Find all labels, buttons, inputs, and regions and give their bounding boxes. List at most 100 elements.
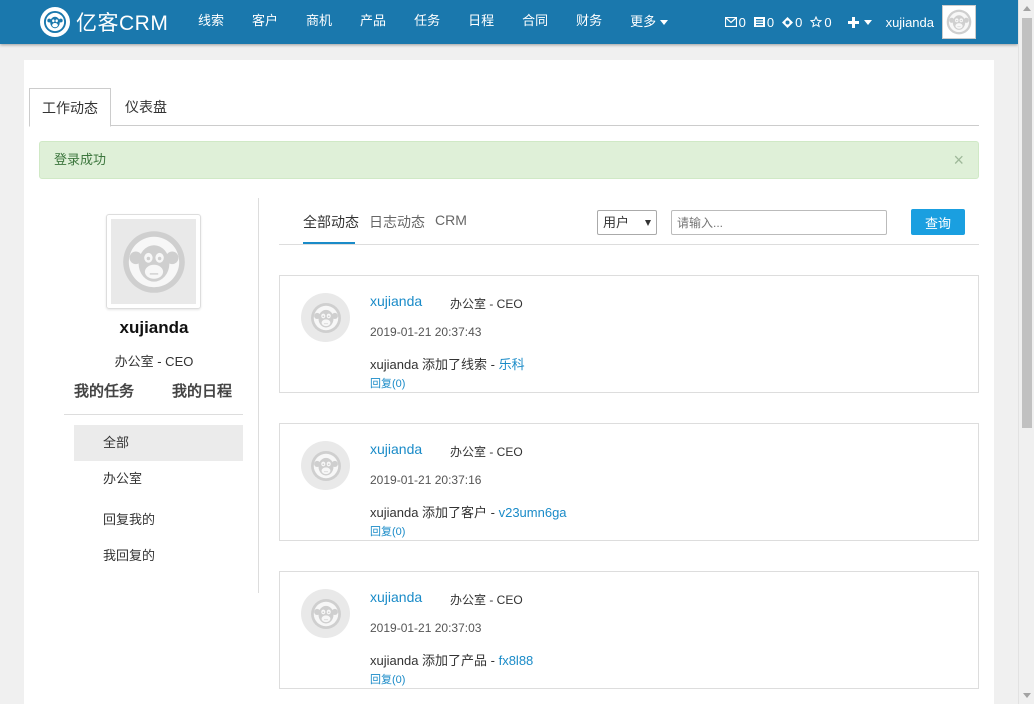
nav-item-finance[interactable]: 财务 — [562, 0, 616, 44]
caret-down-icon — [863, 19, 872, 25]
filter-all[interactable]: 全部 — [74, 425, 243, 461]
nav-item-products[interactable]: 产品 — [346, 0, 400, 44]
filter-office[interactable]: 办公室 — [74, 461, 243, 497]
top-username[interactable]: xujianda — [886, 15, 934, 30]
monkey-logo-icon — [40, 7, 70, 37]
feed-user-link[interactable]: xujianda — [370, 293, 422, 309]
nav-item-opportunities[interactable]: 商机 — [292, 0, 346, 44]
feed-user-role: 办公室 - CEO — [450, 593, 523, 607]
tab-work-activity[interactable]: 工作动态 — [29, 88, 111, 127]
tasks-count: 0 — [766, 14, 775, 30]
feed-avatar[interactable] — [301, 589, 350, 638]
feed-target-link[interactable]: v23umn6ga — [499, 505, 567, 520]
envelope-icon — [724, 17, 737, 27]
event-icon — [782, 16, 794, 28]
feed-avatar[interactable] — [301, 293, 350, 342]
top-avatar[interactable] — [942, 5, 976, 39]
feed-action: xujianda 添加了客户 - v23umn6ga — [370, 502, 567, 521]
events-count: 0 — [795, 14, 803, 30]
feed-item: xujianda 办公室 - CEO 2019-01-21 20:37:03 x… — [279, 571, 979, 689]
caret-down-icon — [645, 220, 651, 226]
tab-dashboard[interactable]: 仪表盘 — [113, 88, 179, 126]
search-input[interactable] — [671, 210, 887, 235]
feed-tab-crm[interactable]: CRM — [435, 212, 467, 228]
feed-action: xujianda 添加了线索 - 乐科 — [370, 354, 525, 373]
events-stat[interactable]: 0 — [782, 15, 802, 30]
feed-reply-link[interactable]: 回复(0) — [370, 523, 405, 539]
feed-user-role: 办公室 - CEO — [450, 445, 523, 459]
nav-item-more-label: 更多 — [630, 14, 657, 29]
scroll-thumb[interactable] — [1022, 18, 1032, 428]
monkey-avatar-icon — [309, 449, 343, 483]
feed-action: xujianda 添加了产品 - fx8l88 — [370, 650, 533, 669]
feed-reply-link[interactable]: 回复(0) — [370, 375, 405, 391]
active-tab-indicator — [303, 242, 355, 244]
caret-down-icon — [660, 19, 669, 25]
quick-add-button[interactable] — [847, 16, 872, 28]
star-icon — [810, 16, 823, 28]
feed-tab-all[interactable]: 全部动态 — [303, 212, 359, 232]
nav-item-more[interactable]: 更多 — [616, 0, 682, 44]
monkey-avatar-icon — [945, 8, 973, 36]
scroll-down-arrow[interactable] — [1023, 693, 1031, 698]
logo[interactable]: 亿客CRM — [40, 6, 168, 38]
feed-target-link[interactable]: fx8l88 — [499, 653, 534, 668]
feed-timestamp: 2019-01-21 20:37:16 — [370, 473, 482, 487]
scroll-up-arrow[interactable] — [1023, 6, 1031, 11]
nav-right: 0 0 0 0 xujianda — [724, 0, 976, 44]
feed-action-text: xujianda 添加了产品 - — [370, 653, 499, 668]
favorites-count: 0 — [824, 14, 832, 30]
nav-item-customers[interactable]: 客户 — [238, 0, 292, 44]
profile-avatar — [106, 214, 201, 309]
profile-links: 我的任务 我的日程 — [64, 380, 244, 400]
messages-stat[interactable]: 0 — [724, 14, 746, 30]
profile-avatar-inner — [111, 219, 196, 304]
monkey-avatar-icon — [119, 227, 189, 297]
feed-timestamp: 2019-01-21 20:37:43 — [370, 325, 482, 339]
main-nav: 线索 客户 商机 产品 任务 日程 合同 财务 更多 — [184, 0, 682, 44]
feed-avatar[interactable] — [301, 441, 350, 490]
monkey-avatar-icon — [309, 301, 343, 335]
task-list-icon — [753, 17, 765, 27]
close-icon[interactable]: × — [953, 142, 964, 178]
main-panel: 工作动态 仪表盘 登录成功 × xujianda 办公室 - CEO 我的任务 … — [24, 60, 994, 704]
profile-name: xujianda — [119, 318, 189, 337]
search-button[interactable]: 查询 — [911, 209, 965, 235]
feed-item: xujianda 办公室 - CEO 2019-01-21 20:37:16 x… — [279, 423, 979, 541]
favorites-stat[interactable]: 0 — [810, 14, 832, 30]
filter-replies-to-me[interactable]: 回复我的 — [74, 502, 243, 538]
feed-item: xujianda 办公室 - CEO 2019-01-21 20:37:43 x… — [279, 275, 979, 393]
feed-tab-logs[interactable]: 日志动态 — [369, 212, 425, 232]
feed-action-text: xujianda 添加了线索 - — [370, 357, 499, 372]
top-navbar: 亿客CRM 线索 客户 商机 产品 任务 日程 合同 财务 更多 0 0 0 0 — [0, 0, 1018, 44]
monkey-avatar-icon — [309, 597, 343, 631]
main-tabs: 工作动态 仪表盘 — [29, 88, 979, 127]
my-schedule-link[interactable]: 我的日程 — [172, 380, 232, 401]
login-success-alert: 登录成功 × — [39, 141, 979, 179]
feed-user-role: 办公室 - CEO — [450, 297, 523, 311]
divider — [64, 414, 243, 415]
messages-count: 0 — [738, 14, 746, 30]
my-tasks-link[interactable]: 我的任务 — [74, 380, 134, 401]
filter-my-replies[interactable]: 我回复的 — [74, 538, 243, 574]
alert-message: 登录成功 — [54, 152, 107, 167]
user-type-select-value: 用户 — [603, 215, 630, 230]
feed-reply-link[interactable]: 回复(0) — [370, 671, 405, 687]
feed-tabs: 全部动态 日志动态 CRM 用户 查询 — [279, 198, 979, 245]
user-type-select[interactable]: 用户 — [597, 210, 657, 235]
feed-target-link[interactable]: 乐科 — [499, 357, 525, 372]
nav-item-schedule[interactable]: 日程 — [454, 0, 508, 44]
feed-timestamp: 2019-01-21 20:37:03 — [370, 621, 482, 635]
nav-item-contracts[interactable]: 合同 — [508, 0, 562, 44]
feed-user-link[interactable]: xujianda — [370, 589, 422, 605]
page-scrollbar[interactable] — [1018, 0, 1034, 704]
tasks-stat[interactable]: 0 — [753, 14, 775, 30]
logo-text: 亿客CRM — [76, 12, 169, 35]
feed-action-text: xujianda 添加了客户 - — [370, 505, 499, 520]
feed-user-link[interactable]: xujianda — [370, 441, 422, 457]
nav-item-tasks[interactable]: 任务 — [400, 0, 454, 44]
column-divider — [258, 198, 259, 593]
nav-item-leads[interactable]: 线索 — [184, 0, 238, 44]
plus-icon — [847, 16, 859, 28]
profile-role: 办公室 - CEO — [114, 354, 194, 369]
